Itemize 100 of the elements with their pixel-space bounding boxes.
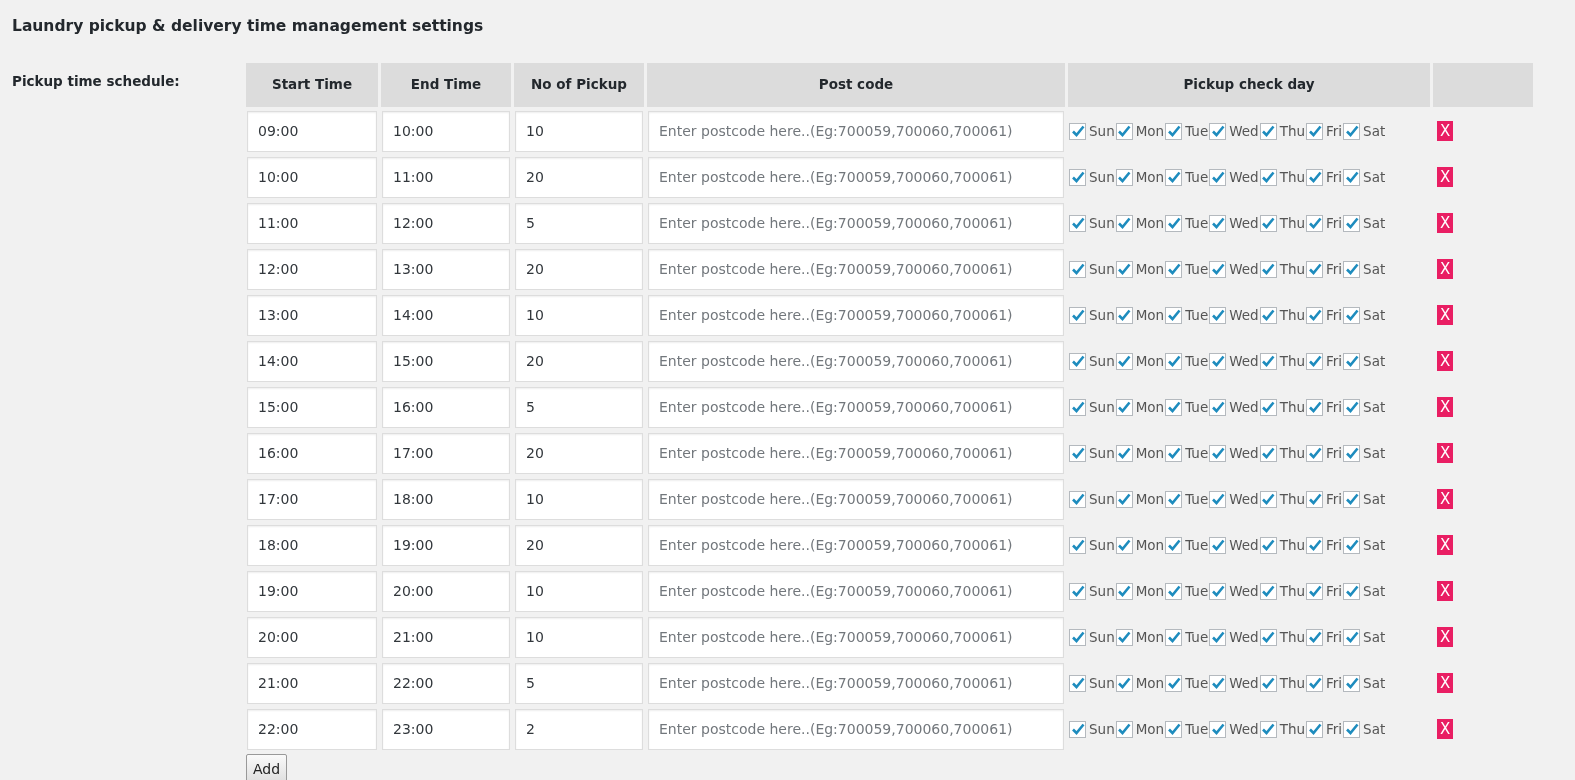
remove-button[interactable]: X <box>1437 212 1454 233</box>
checkbox[interactable] <box>1165 260 1183 278</box>
checkbox[interactable] <box>1069 214 1086 232</box>
checkbox[interactable] <box>1259 260 1277 278</box>
pickup-count-field[interactable]: 5 <box>515 202 643 244</box>
checkbox[interactable] <box>1306 352 1323 370</box>
postcode-field[interactable]: Enter postcode here..(Eg:700059,700060,700061) <box>648 386 1064 428</box>
checkbox[interactable] <box>1306 214 1323 232</box>
start-time-field[interactable]: 12:00 <box>247 248 377 290</box>
pickup-count-field[interactable]: 5 <box>515 662 643 704</box>
checkbox[interactable] <box>1259 628 1277 646</box>
checkbox[interactable] <box>1343 674 1361 692</box>
end-time-field[interactable]: 17:00 <box>382 432 510 474</box>
start-time-field[interactable]: 13:00 <box>247 294 377 336</box>
pickup-count-field[interactable]: 5 <box>515 386 643 428</box>
checkbox[interactable] <box>1209 582 1227 600</box>
checkbox[interactable] <box>1069 444 1086 462</box>
start-time-field[interactable]: 18:00 <box>247 524 377 566</box>
checkbox[interactable] <box>1306 444 1323 462</box>
remove-button[interactable]: X <box>1437 396 1454 417</box>
checkbox[interactable] <box>1209 674 1227 692</box>
checkbox[interactable] <box>1115 536 1133 554</box>
remove-button[interactable]: X <box>1437 534 1454 555</box>
end-time-field[interactable]: 13:00 <box>382 248 510 290</box>
checkbox[interactable] <box>1165 168 1183 186</box>
checkbox[interactable] <box>1343 582 1361 600</box>
start-time-field[interactable]: 15:00 <box>247 386 377 428</box>
start-time-field[interactable]: 19:00 <box>247 570 377 612</box>
end-time-field[interactable]: 14:00 <box>382 294 510 336</box>
checkbox[interactable] <box>1343 490 1361 508</box>
checkbox[interactable] <box>1115 628 1133 646</box>
checkbox[interactable] <box>1115 582 1133 600</box>
checkbox[interactable] <box>1259 352 1277 370</box>
remove-button[interactable]: X <box>1437 718 1454 739</box>
remove-button[interactable]: X <box>1437 350 1454 371</box>
checkbox[interactable] <box>1209 168 1227 186</box>
remove-button[interactable]: X <box>1437 488 1454 509</box>
postcode-field[interactable]: Enter postcode here..(Eg:700059,700060,700061) <box>648 616 1064 658</box>
checkbox[interactable] <box>1343 352 1361 370</box>
checkbox[interactable] <box>1165 306 1183 324</box>
checkbox[interactable] <box>1259 444 1277 462</box>
checkbox[interactable] <box>1069 168 1086 186</box>
postcode-field[interactable]: Enter postcode here..(Eg:700059,700060,700061) <box>648 156 1064 198</box>
checkbox[interactable] <box>1069 536 1086 554</box>
checkbox[interactable] <box>1115 306 1133 324</box>
postcode-field[interactable]: Enter postcode here..(Eg:700059,700060,700061) <box>648 432 1064 474</box>
checkbox[interactable] <box>1165 398 1183 416</box>
start-time-field[interactable]: 11:00 <box>247 202 377 244</box>
checkbox[interactable] <box>1115 352 1133 370</box>
checkbox[interactable] <box>1115 398 1133 416</box>
remove-button[interactable]: X <box>1437 120 1454 141</box>
checkbox[interactable] <box>1343 536 1361 554</box>
end-time-field[interactable]: 21:00 <box>382 616 510 658</box>
end-time-field[interactable]: 20:00 <box>382 570 510 612</box>
checkbox[interactable] <box>1306 260 1323 278</box>
checkbox[interactable] <box>1115 168 1133 186</box>
postcode-field[interactable]: Enter postcode here..(Eg:700059,700060,700061) <box>648 294 1064 336</box>
checkbox[interactable] <box>1165 122 1183 140</box>
pickup-count-field[interactable]: 20 <box>515 524 643 566</box>
checkbox[interactable] <box>1165 674 1183 692</box>
remove-button[interactable]: X <box>1437 672 1454 693</box>
checkbox[interactable] <box>1306 122 1323 140</box>
checkbox[interactable] <box>1165 352 1183 370</box>
checkbox[interactable] <box>1069 720 1086 738</box>
checkbox[interactable] <box>1209 352 1227 370</box>
checkbox[interactable] <box>1343 398 1361 416</box>
checkbox[interactable] <box>1165 628 1183 646</box>
checkbox[interactable] <box>1209 306 1227 324</box>
checkbox[interactable] <box>1343 168 1361 186</box>
pickup-count-field[interactable]: 10 <box>515 616 643 658</box>
checkbox[interactable] <box>1343 260 1361 278</box>
checkbox[interactable] <box>1259 674 1277 692</box>
checkbox[interactable] <box>1069 260 1086 278</box>
checkbox[interactable] <box>1306 720 1323 738</box>
pickup-count-field[interactable]: 10 <box>515 294 643 336</box>
pickup-count-field[interactable]: 20 <box>515 248 643 290</box>
postcode-field[interactable]: Enter postcode here..(Eg:700059,700060,700061) <box>648 662 1064 704</box>
pickup-count-field[interactable]: 10 <box>515 110 643 152</box>
checkbox[interactable] <box>1306 398 1323 416</box>
checkbox[interactable] <box>1115 674 1133 692</box>
end-time-field[interactable]: 16:00 <box>382 386 510 428</box>
end-time-field[interactable]: 12:00 <box>382 202 510 244</box>
start-time-field[interactable]: 10:00 <box>247 156 377 198</box>
pickup-count-field[interactable]: 20 <box>515 432 643 474</box>
checkbox[interactable] <box>1209 444 1227 462</box>
checkbox[interactable] <box>1343 214 1361 232</box>
end-time-field[interactable]: 23:00 <box>382 708 510 750</box>
checkbox[interactable] <box>1209 398 1227 416</box>
checkbox[interactable] <box>1115 490 1133 508</box>
checkbox[interactable] <box>1209 628 1227 646</box>
checkbox[interactable] <box>1343 444 1361 462</box>
checkbox[interactable] <box>1209 720 1227 738</box>
end-time-field[interactable]: 19:00 <box>382 524 510 566</box>
checkbox[interactable] <box>1115 260 1133 278</box>
postcode-field[interactable]: Enter postcode here..(Eg:700059,700060,700061) <box>648 570 1064 612</box>
checkbox[interactable] <box>1069 306 1086 324</box>
checkbox[interactable] <box>1306 306 1323 324</box>
checkbox[interactable] <box>1165 444 1183 462</box>
checkbox[interactable] <box>1069 628 1086 646</box>
checkbox[interactable] <box>1069 398 1086 416</box>
